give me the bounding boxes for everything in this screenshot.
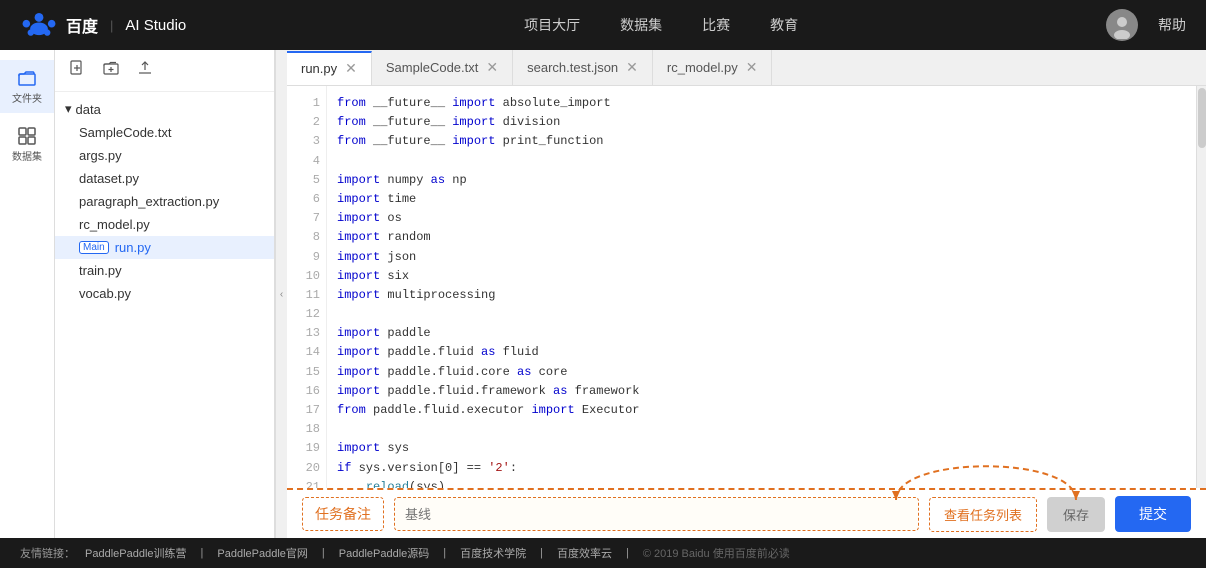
bottom-bar: 任务备注 查看任务列表 保存 提交: [287, 488, 1206, 538]
tab-samplecode-close[interactable]: ✕: [486, 59, 498, 76]
sidebar-item-files[interactable]: 文件夹: [0, 60, 54, 113]
baidu-logo-icon: [20, 10, 58, 40]
tab-runpy-label: run.py: [301, 61, 337, 76]
task-note-label: 任务备注: [302, 497, 384, 531]
brand-text: 百度: [66, 13, 98, 37]
new-folder-icon: [103, 60, 119, 76]
file-trainpy[interactable]: train.py: [55, 259, 274, 282]
file-paragraph[interactable]: paragraph_extraction.py: [55, 190, 274, 213]
help-link[interactable]: 帮助: [1158, 15, 1186, 35]
new-folder-btn[interactable]: [99, 58, 123, 83]
tab-runpy-close[interactable]: ✕: [345, 60, 357, 77]
footer-link-2[interactable]: PaddlePaddle官网: [217, 545, 308, 561]
topnav-links: 项目大厅 数据集 比赛 教育: [216, 10, 1106, 40]
footer-link-5[interactable]: 百度效率云: [557, 545, 612, 561]
file-dataset[interactable]: dataset.py: [55, 167, 274, 190]
tab-samplecode-label: SampleCode.txt: [386, 60, 479, 75]
nav-competition[interactable]: 比赛: [702, 10, 730, 40]
file-rcmodel[interactable]: rc_model.py: [55, 213, 274, 236]
chevron-down-icon: ▾: [65, 101, 72, 117]
file-runpy[interactable]: Main run.py: [55, 236, 274, 259]
new-file-btn[interactable]: [65, 58, 89, 83]
save-btn[interactable]: 保存: [1047, 497, 1105, 532]
footer-link-3[interactable]: PaddlePaddle源码: [339, 545, 430, 561]
tab-searchtestjson-label: search.test.json: [527, 60, 618, 75]
folder-icon: [17, 68, 37, 88]
avatar-icon: [1108, 11, 1136, 39]
sidebar-files-label: 文件夹: [12, 90, 42, 105]
panel-collapse-handle[interactable]: ‹: [275, 50, 287, 538]
view-tasks-btn[interactable]: 查看任务列表: [929, 497, 1037, 532]
file-args[interactable]: args.py: [55, 144, 274, 167]
topnav-right: 帮助: [1106, 9, 1186, 41]
tab-searchtestjson[interactable]: search.test.json ✕: [513, 50, 653, 85]
editor-tabs: run.py ✕ SampleCode.txt ✕ search.test.js…: [287, 50, 1206, 86]
editor-area: run.py ✕ SampleCode.txt ✕ search.test.js…: [287, 50, 1206, 538]
topnav: 百度 | AI Studio 项目大厅 数据集 比赛 教育 帮助: [0, 0, 1206, 50]
footer-bar: 友情链接： PaddlePaddle训练营 | PaddlePaddle官网 |…: [0, 538, 1206, 568]
main-layout: 文件夹 数据集: [0, 50, 1206, 538]
baseline-input[interactable]: [394, 497, 919, 531]
main-tag: Main: [79, 241, 109, 254]
tab-runpy[interactable]: run.py ✕: [287, 51, 372, 86]
code-content[interactable]: from __future__ import absolute_import f…: [327, 86, 1196, 488]
file-vocabpy[interactable]: vocab.py: [55, 282, 274, 305]
line-numbers: 1234 5678 9101112 13141516 17181920 2122…: [287, 86, 327, 488]
file-panel: ▾ data SampleCode.txt args.py dataset.py…: [55, 50, 275, 538]
brand-logo: 百度 | AI Studio: [20, 10, 186, 40]
scrollbar-thumb[interactable]: [1198, 88, 1206, 148]
tab-rcmodel-close[interactable]: ✕: [746, 59, 758, 76]
submit-btn[interactable]: 提交: [1115, 496, 1191, 532]
tab-searchtestjson-close[interactable]: ✕: [626, 59, 638, 76]
sidebar-icons: 文件夹 数据集: [0, 50, 55, 538]
nav-projects[interactable]: 项目大厅: [524, 10, 580, 40]
dataset-icon: [17, 126, 37, 146]
divider-brand: |: [110, 18, 113, 33]
file-tree: ▾ data SampleCode.txt args.py dataset.py…: [55, 92, 274, 538]
folder-data-label: data: [76, 102, 101, 117]
nav-education[interactable]: 教育: [770, 10, 798, 40]
chevron-left-icon: ‹: [280, 289, 283, 300]
footer-copyright: © 2019 Baidu 使用百度前必读: [643, 545, 790, 561]
new-file-icon: [69, 60, 85, 76]
footer-prefix: 友情链接：: [20, 545, 75, 561]
sidebar-item-datasets[interactable]: 数据集: [0, 118, 54, 171]
file-samplecode[interactable]: SampleCode.txt: [55, 121, 274, 144]
code-editor[interactable]: 1234 5678 9101112 13141516 17181920 2122…: [287, 86, 1206, 488]
tab-rcmodel[interactable]: rc_model.py ✕: [653, 50, 773, 85]
nav-datasets[interactable]: 数据集: [620, 10, 662, 40]
file-toolbar: [55, 50, 274, 92]
editor-scrollbar[interactable]: [1196, 86, 1206, 488]
footer-link-1[interactable]: PaddlePaddle训练营: [85, 545, 187, 561]
studio-text: AI Studio: [125, 17, 186, 34]
user-avatar[interactable]: [1106, 9, 1138, 41]
tab-rcmodel-label: rc_model.py: [667, 60, 738, 75]
folder-data[interactable]: ▾ data: [55, 97, 274, 121]
footer-link-4[interactable]: 百度技术学院: [460, 545, 526, 561]
upload-icon: [137, 60, 153, 76]
tab-samplecode[interactable]: SampleCode.txt ✕: [372, 50, 513, 85]
upload-btn[interactable]: [133, 58, 157, 83]
sidebar-datasets-label: 数据集: [12, 148, 42, 163]
